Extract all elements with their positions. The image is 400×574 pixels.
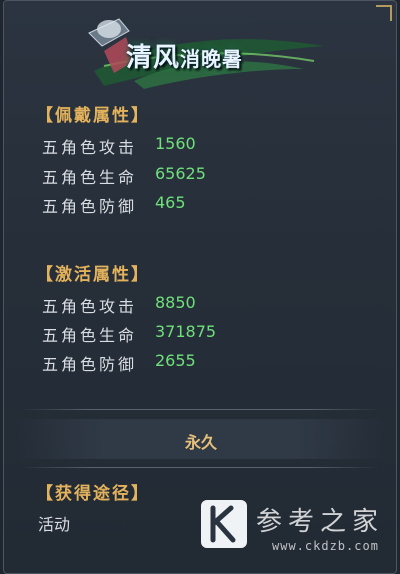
- row-label: 五角色防御: [42, 197, 138, 216]
- watermark-url: www.ckdzb.com: [272, 539, 379, 553]
- wear-attributes-heading: 【佩戴属性】: [36, 106, 150, 126]
- title-banner: 清风消晚暑: [74, 11, 334, 91]
- wear-row-attack: 五角色攻击 1560: [42, 134, 196, 158]
- source-value: 活动: [38, 515, 71, 534]
- k-logo-icon: [210, 505, 236, 543]
- activate-row-attack: 五角色攻击 8850: [42, 293, 196, 317]
- row-value: 1560: [155, 134, 196, 153]
- wear-row-defense: 五角色防御 465: [42, 193, 186, 217]
- item-tooltip-panel: 清风消晚暑 【佩戴属性】 五角色攻击 1560 五角色生命 65625 五角色防…: [3, 0, 397, 574]
- row-value: 8850: [155, 293, 196, 312]
- row-value: 65625: [155, 164, 206, 183]
- divider: [20, 467, 380, 468]
- corner-ornament: [376, 5, 392, 21]
- activate-row-hp: 五角色生命 371875: [42, 322, 216, 346]
- item-title: 清风消晚暑: [126, 37, 243, 74]
- activate-row-defense: 五角色防御 2655: [42, 351, 196, 375]
- row-label: 五角色生命: [42, 168, 138, 187]
- divider: [20, 409, 380, 410]
- source-heading: 【获得途径】: [36, 484, 150, 504]
- watermark-logo: [201, 500, 247, 548]
- row-value: 2655: [155, 351, 196, 370]
- row-label: 五角色生命: [42, 326, 138, 345]
- title-main: 清风: [126, 43, 181, 73]
- wear-row-hp: 五角色生命 65625: [42, 164, 206, 188]
- duration-label: 永久: [184, 433, 217, 452]
- row-value: 465: [155, 193, 186, 212]
- row-label: 五角色攻击: [42, 138, 138, 157]
- row-value: 371875: [155, 322, 217, 341]
- watermark-text: 参考之家: [256, 507, 385, 537]
- activate-attributes-heading: 【激活属性】: [36, 265, 150, 285]
- title-small: 消晚暑: [180, 47, 244, 71]
- row-label: 五角色防御: [42, 355, 138, 374]
- row-label: 五角色攻击: [42, 297, 138, 316]
